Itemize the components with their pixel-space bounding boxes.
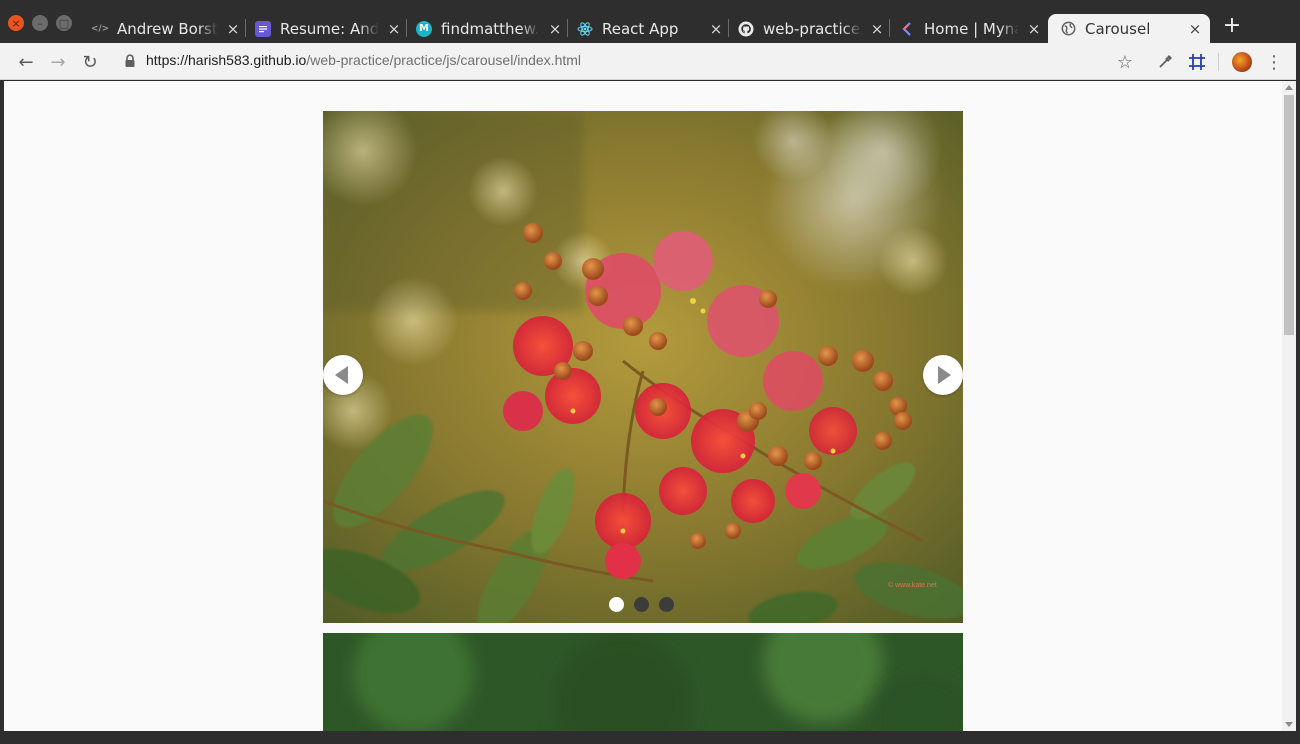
code-icon: </> <box>92 23 110 34</box>
tab-resume[interactable]: Resume: Andrew Borstein × <box>255 14 403 43</box>
tab-close-button[interactable]: × <box>707 20 725 38</box>
carousel-dot-3[interactable] <box>659 597 674 612</box>
tab-react-app[interactable]: React App × <box>577 14 725 43</box>
window-maximize-button[interactable]: □ <box>56 15 72 31</box>
scrollbar-thumb[interactable] <box>1284 95 1294 335</box>
github-icon <box>738 21 754 37</box>
m-logo-icon: M <box>416 20 432 37</box>
tab-close-button[interactable]: × <box>385 20 403 38</box>
green-leaves-photo <box>323 633 963 731</box>
next-slide-button[interactable] <box>923 355 963 395</box>
tab-separator <box>406 19 407 37</box>
tab-label: Carousel <box>1085 19 1151 38</box>
tab-label: React App <box>602 19 679 38</box>
carousel-dot-2[interactable] <box>634 597 649 612</box>
tab-close-button[interactable]: × <box>546 20 564 38</box>
forward-button[interactable]: → <box>45 49 71 75</box>
new-tab-button[interactable]: + <box>1218 14 1246 40</box>
page-scrollbar[interactable] <box>1282 81 1296 731</box>
browser-toolbar: ← → ↻ https://harish583.github.io/web-pr… <box>0 43 1300 80</box>
window-frame-right <box>1296 43 1300 744</box>
window-frame-bottom <box>0 731 1300 744</box>
window-minimize-button[interactable]: – <box>32 15 48 31</box>
tab-home-mynaui[interactable]: Home | Mynaui × <box>899 14 1043 43</box>
eyedropper-icon[interactable] <box>1152 49 1178 75</box>
docs-icon <box>255 20 271 37</box>
tab-github-web-practice[interactable]: web-practice/practice × <box>738 14 886 43</box>
tab-carousel[interactable]: Carousel × <box>1048 14 1210 43</box>
page-viewport: © www.kate.net <box>4 81 1282 731</box>
bookmark-star-icon[interactable]: ☆ <box>1112 49 1138 75</box>
scroll-down-arrow-icon[interactable] <box>1285 722 1293 727</box>
prev-slide-button[interactable] <box>323 355 363 395</box>
flower-photo <box>323 111 963 623</box>
toolbar-divider <box>1218 53 1219 71</box>
carousel-slide: © www.kate.net <box>323 111 963 623</box>
tab-close-button[interactable]: × <box>1025 20 1043 38</box>
reload-button[interactable]: ↻ <box>77 49 103 75</box>
scroll-up-arrow-icon[interactable] <box>1285 85 1293 90</box>
globe-icon <box>1060 21 1076 37</box>
tab-separator <box>567 19 568 37</box>
carousel-dot-1[interactable] <box>609 597 624 612</box>
chevron-left-icon <box>335 366 348 384</box>
brand-icon <box>899 21 915 37</box>
grid-extension-icon[interactable] <box>1184 49 1210 75</box>
next-carousel-preview <box>323 633 963 731</box>
tab-andrew-borstein[interactable]: </> Andrew Borstein × <box>92 14 242 43</box>
profile-avatar[interactable] <box>1232 52 1252 72</box>
tab-separator <box>245 19 246 37</box>
url-host: https://harish583.github.io <box>146 52 307 68</box>
tab-label: findmatthew.com <box>441 19 540 38</box>
tab-close-button[interactable]: × <box>1186 20 1204 38</box>
address-bar[interactable]: https://harish583.github.io/web-practice… <box>146 52 581 68</box>
carousel-indicators <box>609 597 674 613</box>
tab-separator <box>889 19 890 37</box>
tab-label: Andrew Borstein <box>117 19 218 38</box>
tab-label: Home | Mynaui <box>924 19 1019 38</box>
tab-close-button[interactable]: × <box>224 20 242 38</box>
back-button[interactable]: ← <box>13 49 39 75</box>
menu-icon[interactable]: ⋮ <box>1261 49 1287 75</box>
tab-label: Resume: Andrew Borstein <box>280 19 379 38</box>
url-path: /web-practice/practice/js/carousel/index… <box>306 52 582 68</box>
react-icon <box>577 21 593 37</box>
lock-icon[interactable] <box>124 54 136 68</box>
photo-watermark: © www.kate.net <box>888 582 937 589</box>
tab-findmatthew[interactable]: M findmatthew.com × <box>416 14 564 43</box>
tab-label: web-practice/practice <box>763 19 862 38</box>
tab-strip: × – □ </> Andrew Borstein × Resume: Andr… <box>0 0 1300 43</box>
tab-separator <box>728 19 729 37</box>
tab-close-button[interactable]: × <box>868 20 886 38</box>
window-close-button[interactable]: × <box>8 15 24 31</box>
chevron-right-icon <box>938 366 951 384</box>
